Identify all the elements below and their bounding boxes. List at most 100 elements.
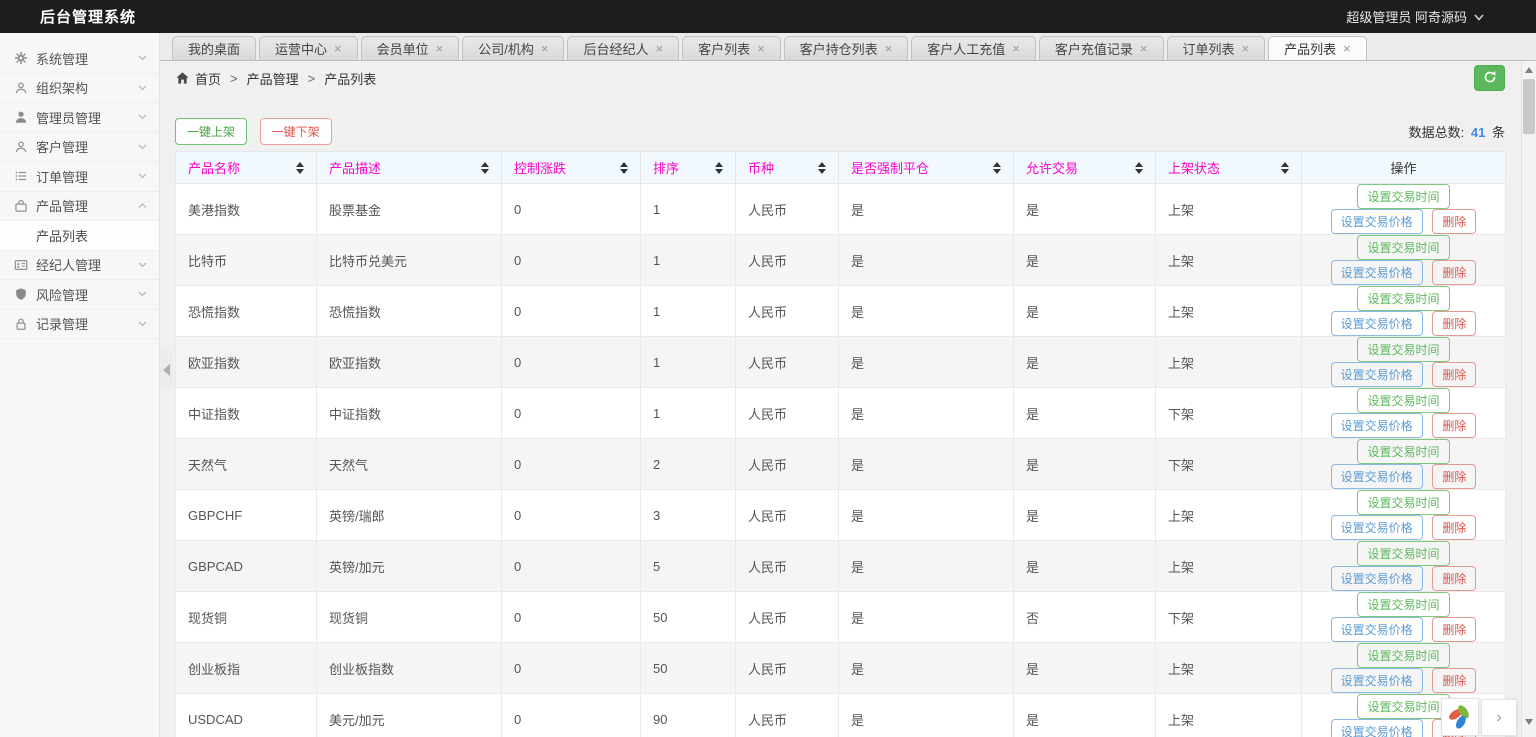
batch-delist-button[interactable]: 一键下架: [260, 118, 332, 145]
id-card-icon: [14, 258, 28, 272]
sidebar-item-organization[interactable]: 组织架构: [0, 74, 159, 104]
set-trade-price-button[interactable]: 设置交易价格: [1331, 362, 1423, 387]
cell-product-desc: 比特币兑美元: [317, 235, 502, 286]
set-trade-price-button[interactable]: 设置交易价格: [1331, 464, 1423, 489]
set-trade-time-button[interactable]: 设置交易时间: [1357, 592, 1449, 617]
sidebar-item-customer-management[interactable]: 客户管理: [0, 133, 159, 163]
tab-close-icon[interactable]: ×: [541, 42, 549, 55]
next-button[interactable]: ›: [1481, 699, 1517, 736]
sidebar-item-label: 管理员管理: [36, 108, 138, 127]
breadcrumb-product-management[interactable]: 产品管理: [247, 69, 299, 88]
sidebar-item-record-management[interactable]: 记录管理: [0, 310, 159, 340]
sidebar-item-admin-management[interactable]: 管理员管理: [0, 103, 159, 133]
tab-close-icon[interactable]: ×: [436, 42, 444, 55]
breadcrumb-product-list[interactable]: 产品列表: [324, 69, 376, 88]
scroll-down-icon[interactable]: [1525, 719, 1533, 725]
delete-button[interactable]: 删除: [1432, 362, 1476, 387]
tab-order-list[interactable]: 订单列表×: [1167, 36, 1266, 60]
set-trade-time-button[interactable]: 设置交易时间: [1357, 184, 1449, 209]
tab-close-icon[interactable]: ×: [1343, 42, 1351, 55]
sidebar-item-order-management[interactable]: 订单管理: [0, 162, 159, 192]
tab-backend-brokers[interactable]: 后台经纪人×: [567, 36, 679, 60]
tab-customer-list[interactable]: 客户列表×: [682, 36, 781, 60]
column-header-price-control[interactable]: 控制涨跌: [502, 152, 641, 184]
tab-close-icon[interactable]: ×: [655, 42, 663, 55]
set-trade-time-button[interactable]: 设置交易时间: [1357, 388, 1449, 413]
delete-button[interactable]: 删除: [1432, 566, 1476, 591]
sidebar-item-risk-management[interactable]: 风险管理: [0, 280, 159, 310]
set-trade-time-button[interactable]: 设置交易时间: [1357, 439, 1449, 464]
cell-product-desc: 创业板指数: [317, 643, 502, 694]
delete-button[interactable]: 删除: [1432, 209, 1476, 234]
column-header-currency[interactable]: 币种: [736, 152, 839, 184]
set-trade-price-button[interactable]: 设置交易价格: [1331, 719, 1423, 737]
chevron-up-icon: [138, 203, 147, 209]
cell-product-desc: 英镑/加元: [317, 541, 502, 592]
set-trade-time-button[interactable]: 设置交易时间: [1357, 337, 1449, 362]
tab-customer-manual-deposit[interactable]: 客户人工充值×: [911, 36, 1036, 60]
column-header-force-liquidation[interactable]: 是否强制平仓: [839, 152, 1014, 184]
tab-close-icon[interactable]: ×: [1012, 42, 1020, 55]
user-menu[interactable]: 超级管理员 阿奇源码: [1346, 7, 1484, 26]
column-header-sort-order[interactable]: 排序: [641, 152, 736, 184]
tab-customer-positions[interactable]: 客户持仓列表×: [784, 36, 909, 60]
cell-product-name: 现货铜: [176, 592, 317, 643]
sidebar-item-label: 订单管理: [36, 167, 138, 186]
set-trade-time-button[interactable]: 设置交易时间: [1357, 694, 1449, 719]
set-trade-price-button[interactable]: 设置交易价格: [1331, 668, 1423, 693]
column-header-product-desc[interactable]: 产品描述: [317, 152, 502, 184]
batch-list-button[interactable]: 一键上架: [175, 118, 247, 145]
tab-close-icon[interactable]: ×: [334, 42, 342, 55]
tab-close-icon[interactable]: ×: [1140, 42, 1148, 55]
tab-company-org[interactable]: 公司/机构 ×: [462, 36, 564, 60]
delete-button[interactable]: 删除: [1432, 617, 1476, 642]
set-trade-price-button[interactable]: 设置交易价格: [1331, 566, 1423, 591]
set-trade-time-button[interactable]: 设置交易时间: [1357, 286, 1449, 311]
delete-button[interactable]: 删除: [1432, 413, 1476, 438]
tab-close-icon[interactable]: ×: [757, 42, 765, 55]
column-header-allow-trading[interactable]: 允许交易: [1014, 152, 1156, 184]
cell-allow-trading: 是: [1014, 286, 1156, 337]
logo-badge[interactable]: [1441, 698, 1479, 736]
tab-label: 公司/机构: [478, 39, 534, 58]
delete-button[interactable]: 删除: [1432, 260, 1476, 285]
set-trade-time-button[interactable]: 设置交易时间: [1357, 643, 1449, 668]
set-trade-time-button[interactable]: 设置交易时间: [1357, 490, 1449, 515]
sidebar-item-label: 记录管理: [36, 314, 138, 333]
set-trade-price-button[interactable]: 设置交易价格: [1331, 260, 1423, 285]
sort-icon: [481, 162, 489, 174]
sidebar-item-product-list[interactable]: 产品列表: [0, 221, 159, 251]
set-trade-time-button[interactable]: 设置交易时间: [1357, 541, 1449, 566]
delete-button[interactable]: 删除: [1432, 311, 1476, 336]
tab-customer-deposit-records[interactable]: 客户充值记录×: [1039, 36, 1164, 60]
set-trade-price-button[interactable]: 设置交易价格: [1331, 413, 1423, 438]
set-trade-price-button[interactable]: 设置交易价格: [1331, 617, 1423, 642]
scrollbar-thumb[interactable]: [1523, 79, 1535, 134]
breadcrumb-home[interactable]: 首页: [195, 69, 221, 88]
scroll-up-icon[interactable]: [1525, 67, 1533, 73]
set-trade-price-button[interactable]: 设置交易价格: [1331, 515, 1423, 540]
set-trade-price-button[interactable]: 设置交易价格: [1331, 311, 1423, 336]
cell-allow-trading: 是: [1014, 439, 1156, 490]
tab-member-units[interactable]: 会员单位×: [361, 36, 460, 60]
sidebar-item-product-management[interactable]: 产品管理: [0, 192, 159, 222]
delete-button[interactable]: 删除: [1432, 668, 1476, 693]
tab-close-icon[interactable]: ×: [1242, 42, 1250, 55]
set-trade-time-button[interactable]: 设置交易时间: [1357, 235, 1449, 260]
sidebar-item-broker-management[interactable]: 经纪人管理: [0, 251, 159, 281]
column-header-product-name[interactable]: 产品名称: [176, 152, 317, 184]
column-header-listing-status[interactable]: 上架状态: [1156, 152, 1302, 184]
sidebar-collapse-handle[interactable]: [160, 350, 173, 390]
tab-product-list[interactable]: 产品列表×: [1268, 36, 1367, 60]
tab-my-desktop[interactable]: 我的桌面: [172, 36, 256, 60]
refresh-button[interactable]: [1474, 65, 1505, 91]
vertical-scrollbar[interactable]: [1521, 61, 1536, 737]
sidebar: 系统管理 组织架构 管理员管理 客户管理 订单管理 产品管理 产品列表 经纪人管…: [0, 33, 160, 737]
cell-sort-order: 50: [641, 643, 736, 694]
sidebar-item-system-management[interactable]: 系统管理: [0, 44, 159, 74]
delete-button[interactable]: 删除: [1432, 515, 1476, 540]
set-trade-price-button[interactable]: 设置交易价格: [1331, 209, 1423, 234]
tab-operations-center[interactable]: 运营中心×: [259, 36, 358, 60]
tab-close-icon[interactable]: ×: [885, 42, 893, 55]
delete-button[interactable]: 删除: [1432, 464, 1476, 489]
